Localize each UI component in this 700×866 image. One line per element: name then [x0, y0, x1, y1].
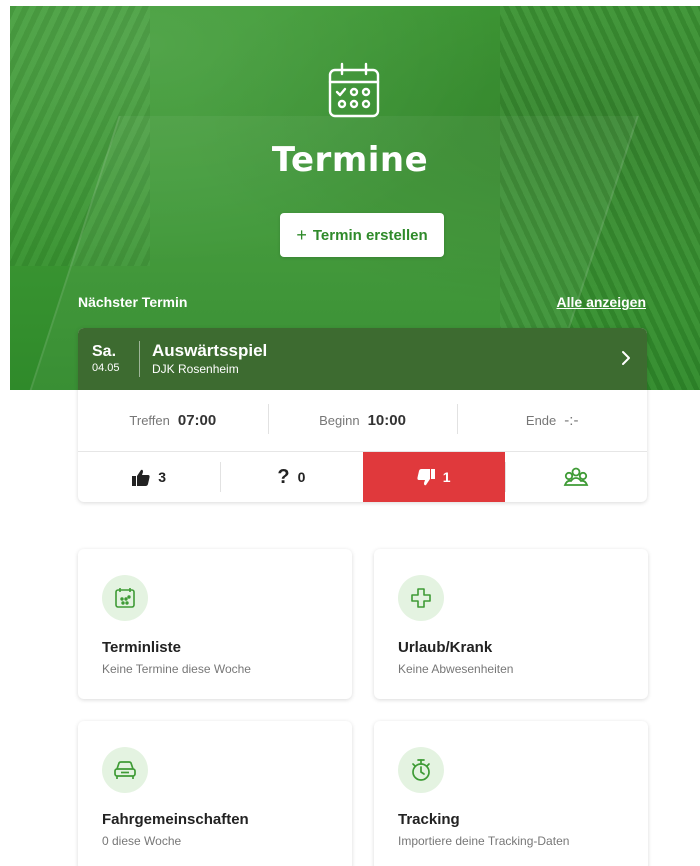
next-appointment-heading: Nächster Termin	[78, 294, 188, 310]
stopwatch-icon	[398, 747, 444, 793]
tile-title: Terminliste	[102, 639, 181, 656]
meet-value: 07:00	[177, 412, 217, 429]
event-title: Auswärtsspiel	[152, 341, 268, 360]
start-value: 10:00	[367, 412, 406, 429]
create-appointment-label: Termin erstellen	[312, 226, 428, 244]
next-event-card: Sa. 04.05 Auswärtsspiel DJK Rosenheim Tr…	[78, 328, 647, 502]
event-weekday: Sa.	[92, 343, 117, 360]
tile-subtitle: Importiere deine Tracking-Daten	[398, 834, 570, 848]
event-times: Treffen 07:00 Beginn 10:00 Ende -:-	[78, 390, 647, 452]
create-appointment-button[interactable]: + Termin erstellen	[280, 213, 444, 257]
tile-vacation-sick[interactable]: Urlaub/Krank Keine Abwesenheiten	[374, 549, 648, 699]
maybe-count: 0	[297, 469, 306, 485]
event-header[interactable]: Sa. 04.05 Auswärtsspiel DJK Rosenheim	[78, 328, 647, 390]
decline-count: 1	[442, 469, 451, 485]
meet-time: Treffen 07:00	[78, 412, 268, 429]
chevron-right-icon[interactable]	[621, 350, 631, 366]
group-icon	[563, 467, 589, 486]
event-date-number: 04.05	[92, 362, 120, 374]
medical-cross-icon	[398, 575, 444, 621]
tile-subtitle: Keine Termine diese Woche	[102, 662, 251, 676]
page-title: Termine	[271, 140, 429, 180]
event-info: Auswärtsspiel DJK Rosenheim	[140, 341, 267, 377]
start-label: Beginn	[319, 413, 360, 428]
end-label: Ende	[525, 413, 557, 428]
tile-subtitle: 0 diese Woche	[102, 834, 182, 848]
accept-count: 3	[158, 469, 167, 485]
question-mark-icon: ?	[277, 465, 290, 488]
car-icon	[102, 747, 148, 793]
thumbs-up-icon	[132, 469, 150, 486]
tile-carpools[interactable]: Fahrgemeinschaften 0 diese Woche	[78, 721, 352, 866]
event-date: Sa. 04.05	[78, 341, 140, 377]
tile-subtitle: Keine Abwesenheiten	[398, 662, 514, 676]
end-value: -:-	[564, 412, 579, 429]
decline-button[interactable]: 1	[362, 452, 505, 502]
start-time: Beginn 10:00	[267, 404, 458, 434]
show-all-link[interactable]: Alle anzeigen	[557, 294, 646, 310]
tile-tracking[interactable]: Tracking Importiere deine Tracking-Daten	[374, 721, 648, 866]
end-time: Ende -:-	[457, 404, 647, 434]
tile-title: Urlaub/Krank	[398, 639, 493, 656]
tile-title: Fahrgemeinschaften	[102, 811, 249, 828]
participants-button[interactable]	[504, 452, 647, 502]
meet-label: Treffen	[129, 413, 170, 428]
attendance-responses: 3 ? 0 1	[78, 452, 647, 502]
calendar-icon	[328, 62, 380, 118]
plus-icon: +	[296, 224, 307, 245]
thumbs-down-icon	[417, 468, 435, 485]
accept-button[interactable]: 3	[78, 452, 220, 502]
tile-title: Tracking	[398, 811, 460, 828]
event-opponent: DJK Rosenheim	[152, 362, 239, 376]
calendar-icon	[102, 575, 148, 621]
maybe-button[interactable]: ? 0	[220, 452, 362, 502]
tile-appointment-list[interactable]: Terminliste Keine Termine diese Woche	[78, 549, 352, 699]
